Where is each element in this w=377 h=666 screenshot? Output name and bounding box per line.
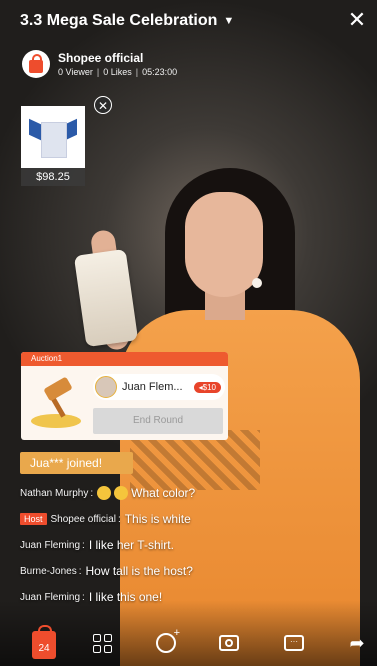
held-phone	[73, 248, 139, 348]
stream-title-dropdown[interactable]: 3.3 Mega Sale Celebration ▼	[20, 12, 234, 30]
bid-amount-badge: ◂$10	[193, 381, 221, 393]
stream-duration: 05:23:00	[142, 67, 178, 77]
close-icon[interactable]: ✕	[94, 96, 112, 114]
host-badge: Host	[20, 513, 47, 525]
comment-user: Shopee official	[50, 513, 116, 525]
comment-text: This is white	[124, 512, 191, 526]
comment-text: How tall is the host?	[85, 564, 193, 578]
list-item: Host Shopee official : This is white	[20, 510, 195, 528]
like-count: 0 Likes	[103, 67, 132, 77]
product-card[interactable]: $98.25	[21, 106, 85, 186]
caret-down-icon: ▼	[223, 15, 235, 27]
bidder-name: Juan Flem...	[122, 381, 183, 393]
comment-text: I like this one!	[88, 590, 163, 604]
tshirt-icon	[21, 106, 85, 168]
share-icon[interactable]: ➦	[344, 630, 370, 656]
camera-icon[interactable]	[216, 630, 242, 656]
list-item: Juan Fleming : I like her T-shirt.	[20, 538, 174, 552]
live-stream-screen: 3.3 Mega Sale Celebration ▼ ✕ Shopee off…	[0, 0, 377, 666]
smile-emoji-icon	[97, 486, 112, 500]
comment-user: Juan Fleming	[20, 591, 81, 603]
shopee-bag-icon	[22, 50, 50, 78]
product-price: $98.25	[21, 168, 85, 186]
shop-name: Shopee official	[58, 51, 144, 65]
list-item: Burne-Jones : How tall is the host?	[20, 564, 193, 578]
sticker-icon[interactable]	[153, 627, 180, 656]
grid-icon[interactable]	[89, 630, 115, 656]
cart-count: 24	[38, 643, 50, 654]
comment-text: What color?	[131, 486, 196, 500]
stream-title: 3.3 Mega Sale Celebration	[20, 12, 218, 29]
end-round-button[interactable]: End Round	[93, 408, 223, 434]
auction-label: Auction1	[21, 352, 228, 366]
join-notification: Jua*** joined!	[20, 452, 133, 474]
top-bidder: Juan Flem... ◂$10	[93, 374, 225, 400]
comment-user: Juan Fleming	[20, 539, 81, 551]
list-item: Nathan Murphy : What color?	[20, 486, 196, 500]
comment-user: Nathan Murphy	[20, 487, 89, 499]
list-item: Juan Fleming : I like this one!	[20, 590, 163, 604]
close-icon[interactable]: ✕	[345, 8, 369, 32]
cart-button[interactable]: 24	[30, 625, 58, 661]
gavel-icon	[25, 372, 87, 434]
avatar	[95, 376, 117, 398]
shop-stats: 0 Viewer | 0 Likes | 05:23:00	[58, 67, 178, 77]
earring	[252, 278, 262, 288]
comment-feed: Nathan Murphy : What color? Host Shopee …	[20, 484, 195, 614]
comment-text: I like her T-shirt.	[88, 538, 174, 552]
auction-card: Auction1 Juan Flem... ◂$10 End Round	[21, 352, 228, 440]
viewer-count: 0 Viewer	[58, 67, 93, 77]
smile-emoji-icon	[114, 486, 129, 500]
comment-user: Burne-Jones	[20, 565, 77, 577]
shop-info[interactable]: Shopee official 0 Viewer | 0 Likes | 05:23:0…	[22, 50, 177, 78]
chat-icon[interactable]: ···	[281, 630, 307, 656]
